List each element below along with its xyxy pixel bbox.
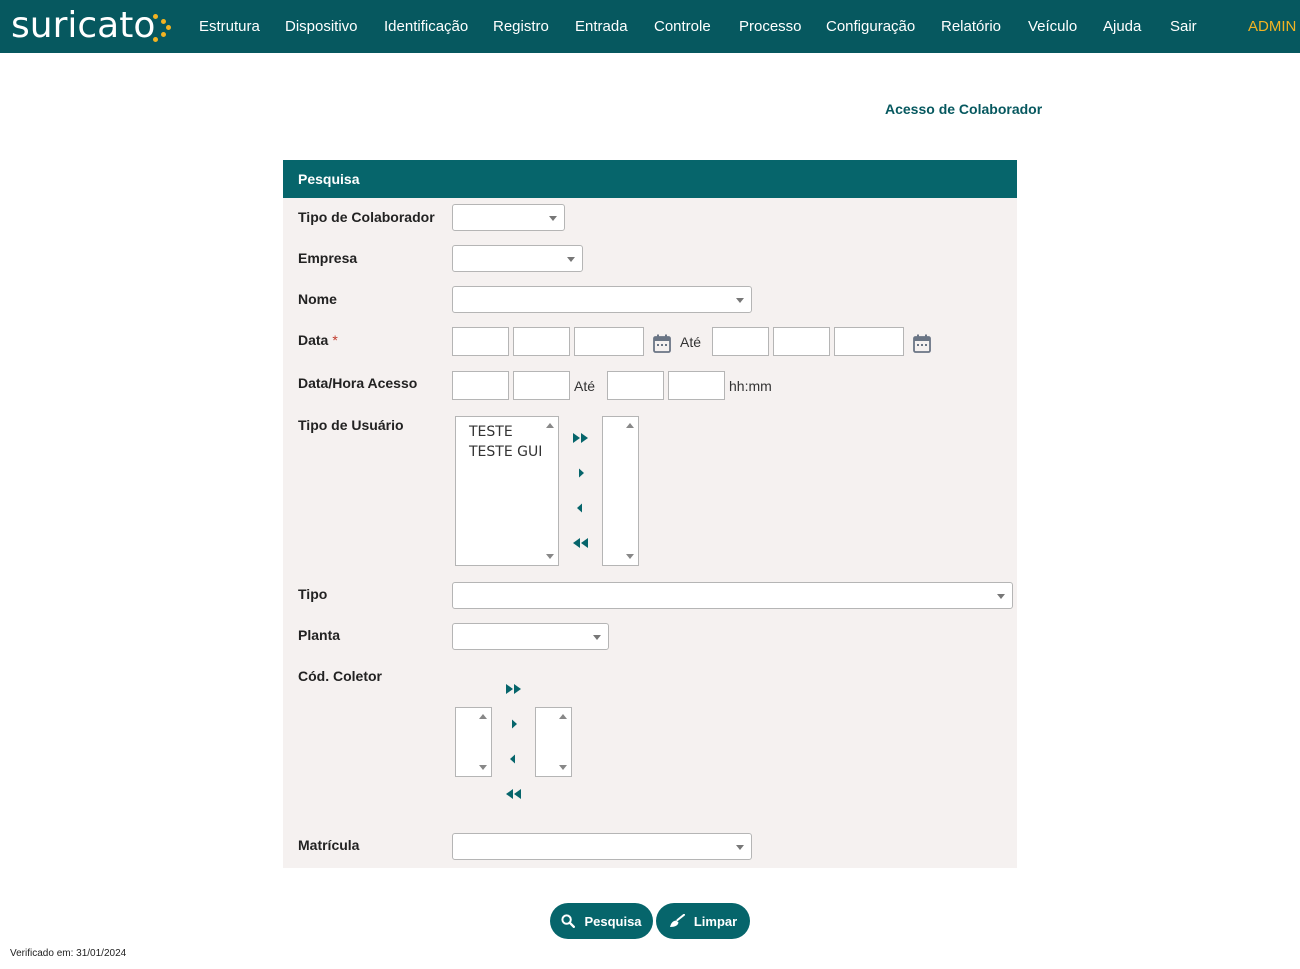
search-button[interactable]: Pesquisa [550,903,653,939]
move-all-right-icon[interactable] [505,683,523,695]
ate-label: Até [574,378,596,394]
search-button-label: Pesquisa [584,913,642,929]
nav-controle[interactable]: Controle [654,18,711,36]
move-right-icon[interactable] [576,467,594,479]
nav-registro[interactable]: Registro [493,18,549,36]
cod-coletor-available-list[interactable] [455,707,492,777]
user-name[interactable]: ADMIN [1248,18,1296,36]
move-all-left-icon[interactable] [505,788,523,800]
logo-dots-icon [153,4,175,48]
label-tipo-usuario: Tipo de Usuário [298,417,404,433]
label-data-text: Data [298,332,329,348]
logo-text: suricato [11,5,156,46]
label-data-hora-acesso: Data/Hora Acesso [298,375,418,391]
brush-icon [669,914,685,927]
scroll-up-icon[interactable] [546,423,554,428]
tipo-usuario-available-list[interactable]: TESTE TESTE GUI [455,416,559,566]
move-all-left-icon[interactable] [572,537,590,549]
move-left-icon[interactable] [507,753,525,765]
clear-button-label: Limpar [693,913,738,929]
label-data: Data * [298,332,338,348]
search-icon [561,914,576,928]
nav-relatorio[interactable]: Relatório [941,18,1001,36]
data-day-input[interactable] [452,327,509,356]
scroll-down-icon[interactable] [546,554,554,559]
data-month-input[interactable] [513,327,570,356]
data-ate-year-input[interactable] [834,327,904,356]
hora-acesso-hour-input[interactable] [452,371,509,400]
chevron-down-icon [567,257,575,262]
tipo-usuario-selected-list[interactable] [602,416,639,566]
data-ate-day-input[interactable] [712,327,769,356]
nav-configuracao[interactable]: Configuração [826,18,915,36]
top-navbar: suricato Estrutura Dispositivo Identific… [0,0,1300,53]
scroll-down-icon[interactable] [479,765,487,770]
chevron-down-icon [593,635,601,640]
search-panel: Pesquisa Tipo de Colaborador Empresa Nom… [283,160,1017,868]
label-nome: Nome [298,291,337,307]
list-item[interactable]: TESTE [469,424,513,440]
nav-processo[interactable]: Processo [739,18,802,36]
nav-estrutura[interactable]: Estrutura [199,18,260,36]
tipo-select[interactable] [452,582,1013,609]
hora-acesso-ate-minute-input[interactable] [668,371,725,400]
calendar-icon[interactable] [913,334,931,353]
ate-label: Até [680,334,702,350]
scroll-down-icon[interactable] [559,765,567,770]
tipo-colaborador-select[interactable] [452,204,565,231]
calendar-icon[interactable] [653,334,671,353]
suricato-logo[interactable]: suricato [11,4,175,48]
nav-dispositivo[interactable]: Dispositivo [285,18,358,36]
scroll-down-icon[interactable] [626,554,634,559]
scroll-up-icon[interactable] [559,714,567,719]
nav-ajuda[interactable]: Ajuda [1103,18,1141,36]
nav-veiculo[interactable]: Veículo [1028,18,1077,36]
label-cod-coletor: Cód. Coletor [298,668,382,684]
planta-select[interactable] [452,623,609,650]
label-tipo-colaborador: Tipo de Colaborador [298,209,435,225]
label-matricula: Matrícula [298,837,360,853]
data-year-input[interactable] [574,327,644,356]
hora-acesso-ate-hour-input[interactable] [607,371,664,400]
list-item[interactable]: TESTE GUI [469,444,542,460]
move-all-right-icon[interactable] [572,432,590,444]
chevron-down-icon [736,298,744,303]
time-format-hint: hh:mm [729,378,772,394]
required-mark: * [332,332,338,348]
hora-acesso-minute-input[interactable] [513,371,570,400]
chevron-down-icon [997,594,1005,599]
nome-select[interactable] [452,286,752,313]
label-planta: Planta [298,627,341,643]
nav-entrada[interactable]: Entrada [575,18,628,36]
move-left-icon[interactable] [574,502,592,514]
chevron-down-icon [736,845,744,850]
matricula-select[interactable] [452,833,752,860]
panel-header: Pesquisa [283,160,1017,198]
scroll-up-icon[interactable] [626,423,634,428]
clear-button[interactable]: Limpar [656,903,750,939]
scroll-up-icon[interactable] [479,714,487,719]
cod-coletor-selected-list[interactable] [535,707,572,777]
label-empresa: Empresa [298,250,358,266]
data-ate-month-input[interactable] [773,327,830,356]
nav-identificacao[interactable]: Identificação [384,18,468,36]
nav-sair[interactable]: Sair [1170,18,1197,36]
page-title: Acesso de Colaborador [885,101,1043,117]
empresa-select[interactable] [452,245,583,272]
chevron-down-icon [549,216,557,221]
move-right-icon[interactable] [509,718,527,730]
verified-date: Verificado em: 31/01/2024 [10,948,127,959]
label-tipo: Tipo [298,586,328,602]
